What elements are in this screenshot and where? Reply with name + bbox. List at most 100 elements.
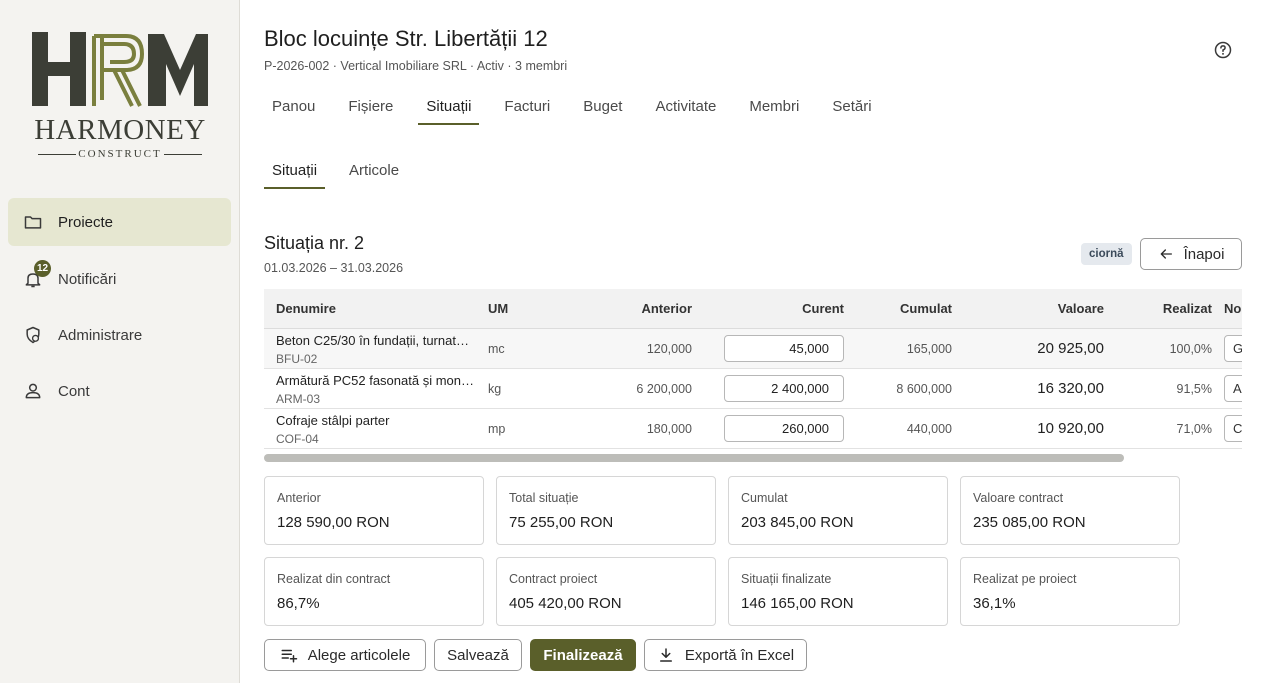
summary-card-realizat-proiect: Realizat pe proiect 36,1% — [960, 557, 1180, 626]
export-excel-button[interactable]: Exportă în Excel — [644, 639, 807, 671]
summary-label: Valoare contract — [973, 491, 1064, 505]
tab-setari[interactable]: Setări — [824, 94, 879, 125]
column-header-note[interactable]: No — [1224, 301, 1241, 316]
project-tabs: Panou Fișiere Situații Facturi Buget Act… — [264, 94, 897, 125]
logo-title: HARMONEY — [34, 114, 206, 146]
admin-shield-icon — [22, 324, 44, 346]
column-header-cumulat[interactable]: Cumulat — [900, 301, 952, 316]
articles-table: Denumire UM Anterior Curent Cumulat Valo… — [264, 289, 1242, 464]
summary-label: Cumulat — [741, 491, 788, 505]
tab-facturi[interactable]: Facturi — [496, 94, 558, 125]
column-header-anterior[interactable]: Anterior — [641, 301, 692, 316]
curent-quantity-input[interactable]: 260,000 — [724, 415, 844, 442]
summary-label: Realizat din contract — [277, 572, 391, 586]
article-realizat: 100,0% — [1169, 342, 1212, 356]
situatie-title: Situația nr. 2 — [264, 233, 365, 253]
column-header-valoare[interactable]: Valoare — [1058, 301, 1104, 316]
column-header-realizat[interactable]: Realizat — [1163, 301, 1212, 316]
subtab-articole[interactable]: Articole — [341, 158, 407, 189]
tab-activitate[interactable]: Activitate — [647, 94, 724, 125]
sidebar-item-administrare[interactable]: Administrare — [8, 311, 231, 359]
article-code: COF-04 — [276, 432, 319, 446]
summary-card-valoare-contract: Valoare contract 235 085,00 RON — [960, 476, 1180, 545]
article-anterior: 6 200,000 — [636, 382, 692, 396]
article-valoare: 10 920,00 — [1037, 420, 1104, 437]
article-note-input[interactable]: G — [1224, 335, 1242, 362]
sidebar-item-proiecte[interactable]: Proiecte — [8, 198, 231, 246]
sidebar-item-label: Notificări — [58, 270, 117, 288]
article-realizat: 91,5% — [1176, 382, 1212, 396]
tab-membri[interactable]: Membri — [741, 94, 807, 125]
summary-label: Realizat pe proiect — [973, 572, 1077, 586]
finalize-button[interactable]: Finalizează — [530, 639, 636, 671]
summary-value: 146 165,00 RON — [741, 595, 854, 612]
sidebar-item-cont[interactable]: Cont — [8, 367, 231, 415]
article-um: mp — [488, 422, 506, 436]
curent-quantity-input[interactable]: 45,000 — [724, 335, 844, 362]
situatii-subtabs: Situații Articole — [264, 158, 423, 189]
column-header-denumire[interactable]: Denumire — [276, 301, 336, 316]
tab-buget[interactable]: Buget — [575, 94, 630, 125]
company-logo[interactable]: HARMONEY CONSTRUCT — [30, 30, 210, 165]
subtab-situatii[interactable]: Situații — [264, 158, 326, 189]
sidebar-item-label: Cont — [58, 382, 90, 400]
article-anterior: 120,000 — [646, 342, 692, 356]
curent-quantity-input[interactable]: 2 400,000 — [724, 375, 844, 402]
summary-value: 128 590,00 RON — [277, 514, 390, 531]
playlist-add-icon — [281, 649, 297, 663]
article-realizat: 71,0% — [1176, 422, 1212, 436]
folder-icon — [22, 211, 44, 233]
project-subtitle: P-2026-002 · Vertical Imobiliare SRL · A… — [264, 59, 568, 73]
status-badge: ciornă — [1081, 243, 1132, 265]
summary-value: 203 845,00 RON — [741, 514, 854, 531]
article-note-input[interactable]: A — [1224, 375, 1242, 402]
arrow-left-icon — [1160, 249, 1172, 259]
summary-card-cumulat: Cumulat 203 845,00 RON — [728, 476, 948, 545]
situatie-period: 01.03.2026 – 31.03.2026 — [264, 261, 404, 275]
article-anterior: 180,000 — [646, 422, 692, 436]
table-row[interactable]: Armătură PC52 fasonată și mon… ARM-03 kg… — [264, 369, 1242, 409]
app-root: HARMONEY CONSTRUCT Proiecte 12 Notificăr… — [0, 0, 1266, 683]
article-valoare: 16 320,00 — [1037, 380, 1104, 397]
article-cumulat: 8 600,000 — [896, 382, 952, 396]
summary-value: 235 085,00 RON — [973, 514, 1086, 531]
table-row[interactable]: Cofraje stâlpi parter COF-04 mp 180,000 … — [264, 409, 1242, 449]
save-button[interactable]: Salvează — [434, 639, 522, 671]
back-button[interactable]: Înapoi — [1140, 238, 1242, 270]
help-circle-icon[interactable] — [1213, 40, 1233, 60]
tab-situatii[interactable]: Situații — [418, 94, 480, 125]
tab-fisiere[interactable]: Fișiere — [340, 94, 401, 125]
column-header-um[interactable]: UM — [488, 301, 508, 316]
summary-value: 86,7% — [277, 595, 320, 612]
tab-panou[interactable]: Panou — [264, 94, 323, 125]
article-valoare: 20 925,00 — [1037, 340, 1104, 357]
download-icon — [659, 648, 672, 662]
summary-label: Situații finalizate — [741, 572, 832, 586]
logo-mark — [32, 32, 208, 107]
person-icon — [22, 380, 44, 402]
summary-value: 36,1% — [973, 595, 1016, 612]
table-header: Denumire UM Anterior Curent Cumulat Valo… — [264, 289, 1242, 329]
horizontal-scrollbar[interactable] — [264, 454, 1124, 462]
article-name: Beton C25/30 în fundații, turnat… — [276, 333, 469, 348]
notification-count-badge: 12 — [34, 260, 52, 277]
back-button-label: Înapoi — [1183, 245, 1225, 263]
summary-card-situatii-finalizate: Situații finalizate 146 165,00 RON — [728, 557, 948, 626]
logo-rule-right — [164, 154, 202, 155]
article-um: kg — [488, 382, 502, 396]
sidebar: HARMONEY CONSTRUCT Proiecte 12 Notificăr… — [0, 0, 240, 683]
article-name: Cofraje stâlpi parter — [276, 413, 390, 428]
article-cumulat: 165,000 — [906, 342, 952, 356]
choose-articles-label: Alege articolele — [307, 646, 411, 664]
sidebar-item-label: Administrare — [58, 326, 143, 344]
summary-label: Anterior — [277, 491, 321, 505]
summary-card-total-situatie: Total situație 75 255,00 RON — [496, 476, 716, 545]
choose-articles-button[interactable]: Alege articolele — [264, 639, 426, 671]
article-cumulat: 440,000 — [906, 422, 952, 436]
table-row[interactable]: Beton C25/30 în fundații, turnat… BFU-02… — [264, 329, 1242, 369]
article-note-input[interactable]: C — [1224, 415, 1242, 442]
project-title: Bloc locuințe Str. Libertății 12 — [264, 26, 548, 51]
column-header-curent[interactable]: Curent — [802, 301, 844, 316]
sidebar-item-notificari[interactable]: 12 Notificări — [8, 255, 231, 303]
article-um: mc — [488, 342, 505, 356]
